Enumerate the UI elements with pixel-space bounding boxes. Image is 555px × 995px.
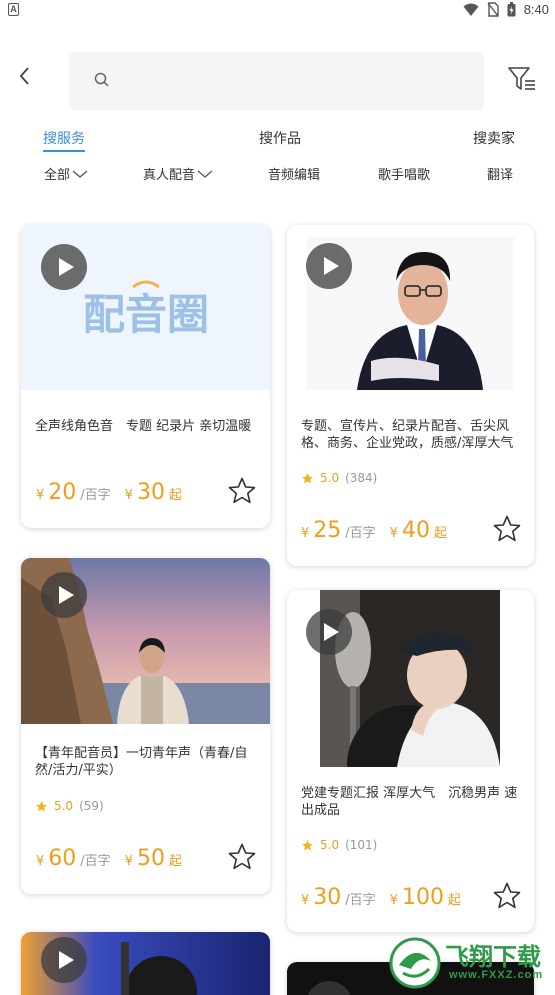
price-suffix: 起 (447, 893, 461, 908)
category-label: 音频编辑 (268, 168, 321, 183)
price-suffix: 起 (168, 854, 182, 869)
search-box[interactable] (69, 52, 484, 110)
price-unit: /百字 (80, 854, 111, 869)
filter-icon[interactable] (506, 63, 538, 95)
rating: 5.0 (101) (301, 838, 377, 852)
card-thumbnail (287, 590, 534, 767)
category-singer[interactable]: 歌手唱歌 (378, 164, 430, 183)
price-min: 30 (136, 480, 165, 505)
app-notification-icon: A (8, 3, 19, 16)
play-button[interactable] (306, 609, 352, 655)
watermark-title: 飞翔下载 (445, 943, 541, 971)
card-description: 【青年配音员】一切青年声（青春/自然/活力/平实） (35, 746, 248, 778)
price-per-100: 30 (313, 885, 342, 910)
play-button[interactable] (41, 572, 87, 618)
play-button[interactable] (306, 243, 352, 289)
rating-star-icon (302, 839, 313, 850)
rating: 5.0 (59) (35, 799, 104, 813)
rating-score: 5.0 (320, 471, 340, 485)
no-sim-icon (487, 2, 499, 17)
price-per-100: 25 (313, 518, 342, 543)
play-button[interactable] (41, 937, 87, 983)
service-card[interactable]: 专题、宣传片、纪录片配音、舌尖风格、商务、企业党政，质感/浑厚大气 5.0 (3… (287, 225, 534, 566)
category-filters: 全部 真人配音 音频编辑 歌手唱歌 翻译 (0, 164, 555, 188)
favorite-star-icon[interactable] (492, 514, 522, 544)
clock: 8:40 (523, 2, 549, 17)
price-unit: /百字 (345, 893, 376, 908)
search-input[interactable] (119, 66, 469, 96)
price-row: ¥20/百字 ¥30 起 (36, 480, 182, 505)
price-suffix: 起 (433, 526, 447, 541)
rating-star-icon (302, 472, 313, 483)
price-min: 40 (401, 518, 430, 543)
chevron-down-icon (72, 170, 88, 178)
favorite-star-icon[interactable] (227, 476, 257, 506)
currency-symbol: ¥ (124, 854, 133, 869)
card-description: 党建专题汇报 浑厚大气 沉稳男声 速出成品 (301, 786, 518, 818)
watermark-logo: 飞翔下载 www.FXXZ.com (389, 935, 549, 991)
service-card[interactable]: 配音圈 全声线角色音 专题 纪录片 亲切温暖 ¥20/百字 ¥30 起 (21, 225, 270, 528)
category-all[interactable]: 全部 (44, 164, 88, 183)
currency-symbol: ¥ (301, 893, 310, 908)
search-icon (94, 72, 109, 87)
category-real-voice[interactable]: 真人配音 (143, 164, 213, 183)
rating-count: (101) (345, 838, 378, 852)
price-unit: /百字 (80, 488, 111, 503)
back-arrow-icon[interactable] (14, 62, 38, 90)
battery-icon (507, 2, 516, 17)
favorite-star-icon[interactable] (492, 881, 522, 911)
price-row: ¥30/百字 ¥100 起 (301, 885, 461, 910)
price-unit: /百字 (345, 526, 376, 541)
category-translate[interactable]: 翻译 (487, 164, 513, 183)
currency-symbol: ¥ (36, 488, 45, 503)
card-thumbnail (21, 558, 270, 724)
price-min: 50 (136, 846, 165, 871)
logo-text: 配音圈 (83, 290, 209, 339)
status-bar: A 8:40 (0, 0, 555, 22)
watermark-emblem-icon (389, 937, 441, 989)
rating-score: 5.0 (320, 838, 340, 852)
currency-symbol: ¥ (389, 893, 398, 908)
rating-score: 5.0 (54, 799, 74, 813)
wifi-icon (463, 3, 479, 16)
card-description: 全声线角色音 专题 纪录片 亲切温暖 (35, 419, 252, 434)
category-label: 真人配音 (143, 168, 196, 183)
category-label: 歌手唱歌 (378, 168, 431, 183)
currency-symbol: ¥ (124, 488, 133, 503)
price-min: 100 (401, 885, 444, 910)
tab-works[interactable]: 搜作品 (259, 128, 301, 148)
rating-count: (59) (79, 799, 104, 813)
play-button[interactable] (41, 244, 87, 290)
card-thumbnail (21, 932, 270, 995)
price-row: ¥25/百字 ¥40 起 (301, 518, 447, 543)
card-description: 专题、宣传片、纪录片配音、舌尖风格、商务、企业党政，质感/浑厚大气 (301, 419, 514, 451)
card-thumbnail: 配音圈 (21, 225, 270, 390)
category-label: 全部 (44, 168, 71, 183)
service-card[interactable]: 党建专题汇报 浑厚大气 沉稳男声 速出成品 5.0 (101) ¥30/百字 ¥1… (287, 590, 534, 932)
watermark-url: www.FXXZ.com (449, 969, 544, 981)
price-suffix: 起 (168, 488, 182, 503)
card-thumbnail (287, 225, 534, 390)
status-icons: 8:40 (463, 2, 549, 17)
rating-star-icon (36, 800, 47, 811)
currency-symbol: ¥ (36, 854, 45, 869)
category-audio-edit[interactable]: 音频编辑 (268, 164, 320, 183)
chevron-down-icon (197, 170, 213, 178)
price-row: ¥60/百字 ¥50 起 (36, 846, 182, 871)
price-per-100: 60 (48, 846, 77, 871)
search-tabs: 搜服务 搜作品 搜卖家 (0, 128, 555, 152)
tab-sellers[interactable]: 搜卖家 (473, 128, 515, 148)
currency-symbol: ¥ (301, 526, 310, 541)
service-card[interactable] (21, 932, 270, 995)
rating-count: (384) (345, 471, 378, 485)
tab-services[interactable]: 搜服务 (43, 128, 85, 152)
rating: 5.0 (384) (301, 471, 377, 485)
service-card[interactable]: 【青年配音员】一切青年声（青春/自然/活力/平实） 5.0 (59) ¥60/百… (21, 558, 270, 894)
price-per-100: 20 (48, 480, 77, 505)
currency-symbol: ¥ (389, 526, 398, 541)
category-label: 翻译 (487, 168, 514, 183)
play-button[interactable] (306, 981, 352, 995)
favorite-star-icon[interactable] (227, 842, 257, 872)
